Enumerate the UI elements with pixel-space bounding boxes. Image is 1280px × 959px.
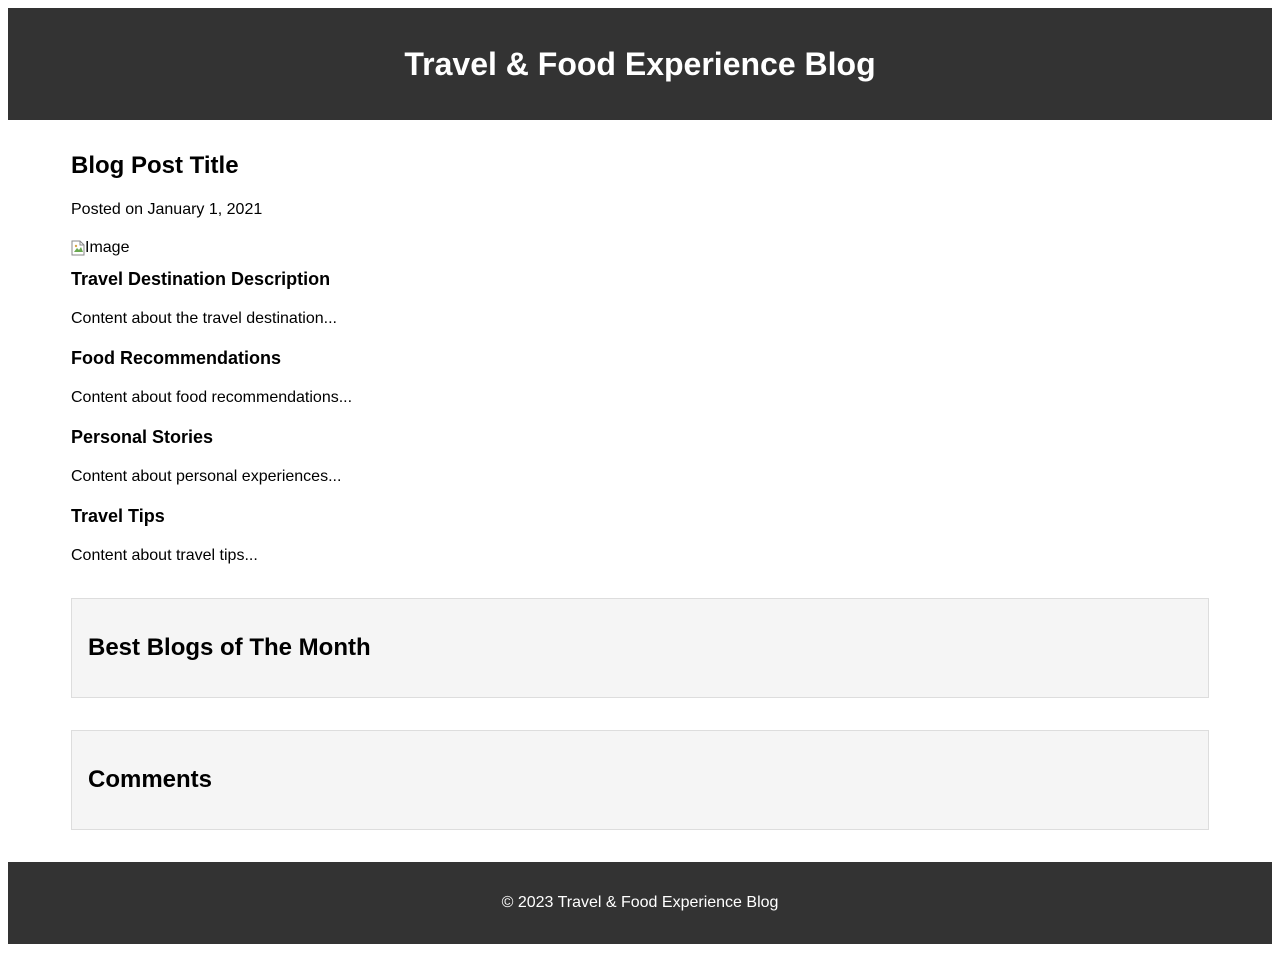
blog-post: Blog Post Title Posted on January 1, 202…	[71, 152, 1209, 566]
section-heading: Personal Stories	[71, 427, 214, 447]
page: Travel & Food Experience Blog Blog Post …	[8, 8, 1272, 944]
section-text: Content about the travel destination...	[71, 310, 337, 327]
post-title: Blog Post Title	[71, 152, 239, 179]
post-image-alt: Image	[85, 239, 130, 256]
comments-title: Comments	[88, 766, 213, 793]
section-heading: Travel Tips	[71, 506, 165, 526]
section-text: Content about food recommendations...	[71, 389, 353, 406]
post-date: Posted on January 1, 2021	[71, 201, 263, 218]
footer-copyright: © 2023 Travel & Food Experience Blog	[501, 894, 779, 911]
main-content: Blog Post Title Posted on January 1, 202…	[71, 120, 1209, 830]
section-text: Content about personal experiences...	[71, 468, 342, 485]
section-travel-destination: Travel Destination Description Content a…	[71, 268, 1209, 329]
post-image: Image	[71, 238, 1209, 258]
section-food-recommendations: Food Recommendations Content about food …	[71, 347, 1209, 408]
site-footer: © 2023 Travel & Food Experience Blog	[8, 862, 1272, 944]
best-blogs-title: Best Blogs of The Month	[88, 634, 371, 661]
site-header: Travel & Food Experience Blog	[8, 8, 1272, 120]
section-heading: Travel Destination Description	[71, 269, 331, 289]
broken-image-icon	[71, 240, 85, 256]
section-heading: Food Recommendations	[71, 348, 282, 368]
section-personal-stories: Personal Stories Content about personal …	[71, 426, 1209, 487]
section-travel-tips: Travel Tips Content about travel tips...	[71, 505, 1209, 566]
site-title: Travel & Food Experience Blog	[404, 45, 876, 82]
comments-panel: Comments	[71, 730, 1209, 830]
section-text: Content about travel tips...	[71, 547, 258, 564]
best-blogs-panel: Best Blogs of The Month	[71, 598, 1209, 698]
